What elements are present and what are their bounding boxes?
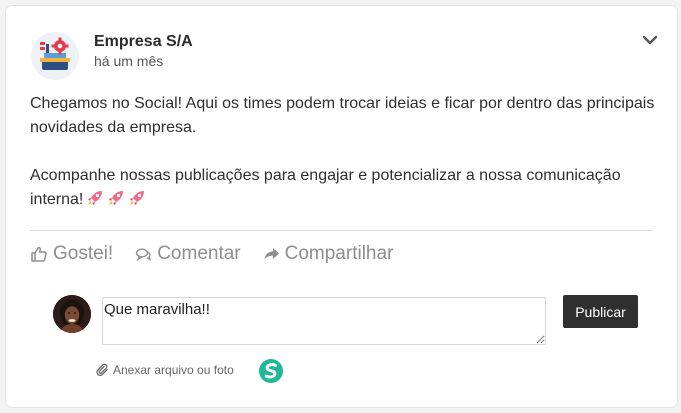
like-label: Gostei!	[53, 243, 114, 264]
comment-bubble-icon	[136, 248, 152, 262]
rocket-icon	[86, 189, 104, 207]
paperclip-icon	[96, 363, 108, 377]
app-logo-button[interactable]	[259, 359, 283, 383]
comment-input[interactable]: Que maravilha!!	[102, 297, 546, 345]
post-body: Chegamos no Social! Aqui os times podem …	[30, 92, 660, 212]
post-paragraph: Chegamos no Social! Aqui os times podem …	[30, 95, 655, 136]
share-button[interactable]: Compartilhar	[263, 243, 394, 265]
thumbs-up-icon	[31, 246, 47, 262]
attach-file-button[interactable]: Anexar arquivo ou foto	[96, 363, 234, 377]
share-arrow-icon	[264, 248, 279, 260]
share-label: Compartilhar	[284, 243, 394, 264]
rocket-icon	[107, 189, 125, 207]
user-avatar	[53, 295, 91, 333]
publish-button[interactable]: Publicar	[563, 295, 638, 328]
post-timestamp: há um mês	[94, 53, 164, 69]
post-actions: Gostei! Comentar Compartilhar	[30, 241, 415, 267]
comment-label: Comentar	[157, 243, 241, 264]
author-name[interactable]: Empresa S/A	[94, 33, 193, 51]
like-button[interactable]: Gostei!	[30, 243, 113, 265]
chevron-down-icon	[642, 35, 658, 45]
company-logo-icon	[40, 37, 70, 70]
company-avatar[interactable]	[31, 32, 79, 80]
user-photo	[53, 295, 91, 333]
divider	[30, 230, 652, 231]
post-paragraph: Acompanhe nossas publicações para engaja…	[30, 164, 660, 212]
comment-button[interactable]: Comentar	[135, 243, 241, 265]
post-card: Empresa S/A há um mês Chegamos no Social…	[6, 6, 677, 407]
rocket-icon	[128, 189, 146, 207]
attach-label: Anexar arquivo ou foto	[113, 363, 234, 377]
app-logo-icon	[259, 359, 283, 383]
post-menu-button[interactable]	[640, 30, 660, 50]
